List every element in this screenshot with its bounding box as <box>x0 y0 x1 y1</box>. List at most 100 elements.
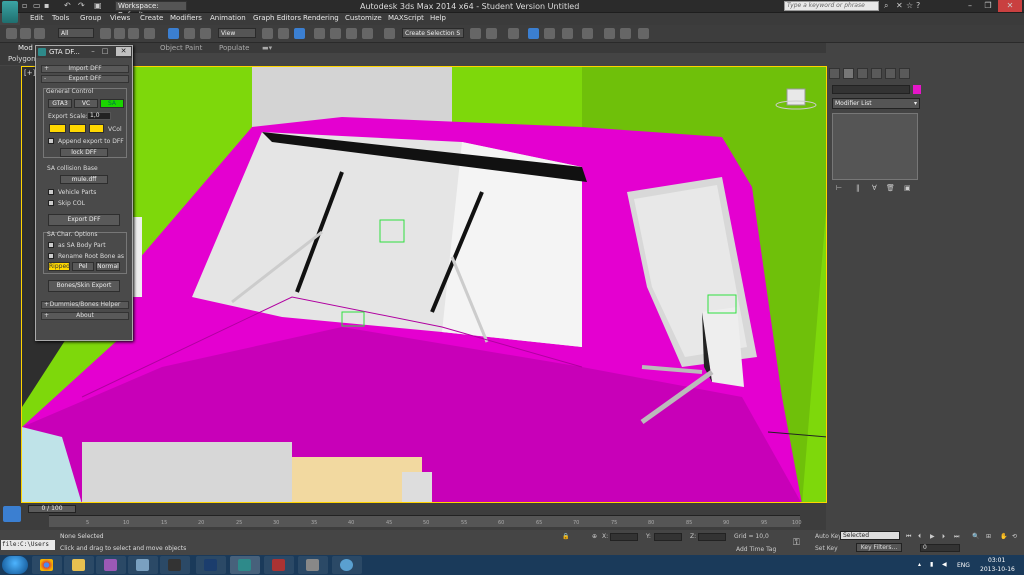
search-input[interactable]: Type a keyword or phrase <box>784 1 879 11</box>
hierarchy-tab-icon[interactable] <box>857 68 868 79</box>
named-selection-dropdown[interactable]: Create Selection S <box>402 28 464 38</box>
create-tab-icon[interactable] <box>829 68 840 79</box>
select-manipulate-icon[interactable] <box>278 28 289 39</box>
menu-customize[interactable]: Customize <box>345 14 382 22</box>
favorites-icon[interactable]: ☆ <box>906 2 914 10</box>
modifier-list-dropdown[interactable]: Modifier List ▾ <box>832 98 920 109</box>
modify-tab-icon[interactable] <box>843 68 854 79</box>
link-icon[interactable] <box>6 28 17 39</box>
set-key-mode-icon[interactable]: ⚿ <box>793 538 800 548</box>
sa-body-part-checkbox[interactable] <box>48 242 54 248</box>
mirror-icon[interactable] <box>470 28 481 39</box>
import-dff-rollout[interactable]: + Import DFF <box>41 65 129 73</box>
time-slider[interactable]: 0 / 100 <box>28 505 76 513</box>
next-frame-icon[interactable]: ⏵ <box>942 533 945 541</box>
vc-button[interactable]: VC <box>74 99 98 108</box>
communication-icon[interactable]: ✕ <box>896 2 904 10</box>
close-icon[interactable]: ✕ <box>116 47 131 56</box>
auto-key-button[interactable]: Auto Key <box>815 533 842 540</box>
volume-icon[interactable]: ◀ <box>942 561 947 568</box>
menu-create[interactable]: Create <box>140 14 163 22</box>
menu-maxscript[interactable]: MAXScript <box>388 14 424 22</box>
taskbar-app[interactable] <box>96 556 126 574</box>
go-to-start-icon[interactable]: ⏮ <box>906 533 911 541</box>
show-end-result-icon[interactable]: ‖ <box>856 184 864 192</box>
lock-dff-button[interactable]: lock DFF <box>60 148 108 157</box>
taskbar-explorer[interactable] <box>64 556 94 574</box>
open-file-icon[interactable]: ▭ <box>33 2 41 10</box>
curve-editor-icon[interactable] <box>544 28 555 39</box>
minimize-icon[interactable]: – <box>88 47 98 56</box>
graphite-ribbon-icon[interactable] <box>528 28 539 39</box>
select-and-move-icon[interactable] <box>168 28 179 39</box>
pin-stack-icon[interactable]: ⊢ <box>836 184 844 192</box>
go-to-end-icon[interactable]: ⏭ <box>954 533 959 541</box>
menu-rendering[interactable]: Rendering <box>303 14 339 22</box>
language-indicator[interactable]: ENG <box>957 562 970 569</box>
new-file-icon[interactable]: ▫ <box>22 2 30 10</box>
taskbar-3dsmax[interactable] <box>230 556 260 574</box>
clock-time[interactable]: 03:01 <box>988 557 1005 564</box>
rendered-frame-window-icon[interactable] <box>620 28 631 39</box>
zoom-icon[interactable]: 🔍 <box>972 533 979 540</box>
y-coordinate-field[interactable] <box>654 533 682 541</box>
export-dff-rollout[interactable]: - Export DFF <box>41 75 129 83</box>
append-export-checkbox[interactable] <box>48 138 54 144</box>
hold-icon[interactable]: ▣ <box>94 2 102 10</box>
edit-named-selection-icon[interactable] <box>384 28 395 39</box>
pel-button[interactable]: Pel <box>72 262 94 271</box>
select-and-scale-icon[interactable] <box>200 28 211 39</box>
perspective-viewport[interactable] <box>21 66 827 503</box>
clock-date[interactable]: 2013-10-16 <box>980 566 1015 573</box>
z-coordinate-field[interactable] <box>698 533 726 541</box>
vehicle-parts-checkbox[interactable] <box>48 189 54 195</box>
select-by-name-icon[interactable] <box>114 28 125 39</box>
taskbar-tool[interactable] <box>298 556 328 574</box>
menu-help[interactable]: Help <box>430 14 446 22</box>
bind-space-warp-icon[interactable] <box>34 28 45 39</box>
rename-root-checkbox[interactable] <box>48 253 54 259</box>
ribbon-options-icon[interactable]: ▬▾ <box>262 44 272 52</box>
display-tab-icon[interactable] <box>885 68 896 79</box>
key-selection-dropdown[interactable]: Selected <box>840 531 900 540</box>
maxscript-listener-field[interactable]: file:C:\Users <box>1 540 55 550</box>
taskbar-photoshop[interactable] <box>196 556 226 574</box>
orbit-icon[interactable]: ⟲ <box>1012 533 1017 540</box>
skip-col-checkbox[interactable] <box>48 200 54 206</box>
menu-edit[interactable]: Edit <box>30 14 44 22</box>
export-scale-field[interactable]: 1,0 <box>87 112 111 120</box>
tray-up-icon[interactable]: ▴ <box>918 561 921 568</box>
normal-button[interactable]: Normal <box>96 262 120 271</box>
pan-icon[interactable]: ✋ <box>1000 533 1007 540</box>
transform-type-in-icon[interactable]: ⊕ <box>592 533 597 540</box>
tab-modeling[interactable]: Mod <box>18 44 33 52</box>
previous-frame-icon[interactable]: ⏴ <box>918 533 921 541</box>
select-and-rotate-icon[interactable] <box>184 28 195 39</box>
align-icon[interactable] <box>486 28 497 39</box>
restore-icon[interactable]: ❐ <box>980 0 996 12</box>
gta-panel-titlebar[interactable]: GTA DF... – □ ✕ <box>36 46 132 58</box>
motion-tab-icon[interactable] <box>871 68 882 79</box>
render-setup-icon[interactable] <box>604 28 615 39</box>
start-button[interactable] <box>2 556 28 574</box>
bones-skin-export-button[interactable]: Bones/Skin Export <box>48 280 120 292</box>
close-icon[interactable]: ✕ <box>998 0 1022 12</box>
key-filters-button[interactable]: Key Filters... <box>856 543 902 552</box>
menu-modifiers[interactable]: Modifiers <box>170 14 202 22</box>
maximize-icon[interactable]: □ <box>100 47 110 56</box>
selection-filter-dropdown[interactable]: All <box>58 28 94 38</box>
ribbon-panel-polygon[interactable]: Polygon <box>0 53 36 65</box>
dummies-helper-rollout[interactable]: + Dummies/Bones Helper <box>41 301 129 309</box>
select-object-icon[interactable] <box>100 28 111 39</box>
reference-coordinate-dropdown[interactable]: View <box>218 28 256 38</box>
menu-graph-editors[interactable]: Graph Editors <box>253 14 301 22</box>
current-frame-field[interactable]: 0 <box>920 544 960 552</box>
material-editor-icon[interactable] <box>582 28 593 39</box>
menu-tools[interactable]: Tools <box>52 14 69 22</box>
taskbar-winrar[interactable] <box>264 556 294 574</box>
viewport-label[interactable]: [+] <box>24 69 35 77</box>
color-button-2[interactable] <box>69 124 86 133</box>
keyboard-shortcut-override-icon[interactable] <box>294 28 305 39</box>
ripped-button[interactable]: Ripped <box>48 262 70 271</box>
menu-views[interactable]: Views <box>110 14 130 22</box>
